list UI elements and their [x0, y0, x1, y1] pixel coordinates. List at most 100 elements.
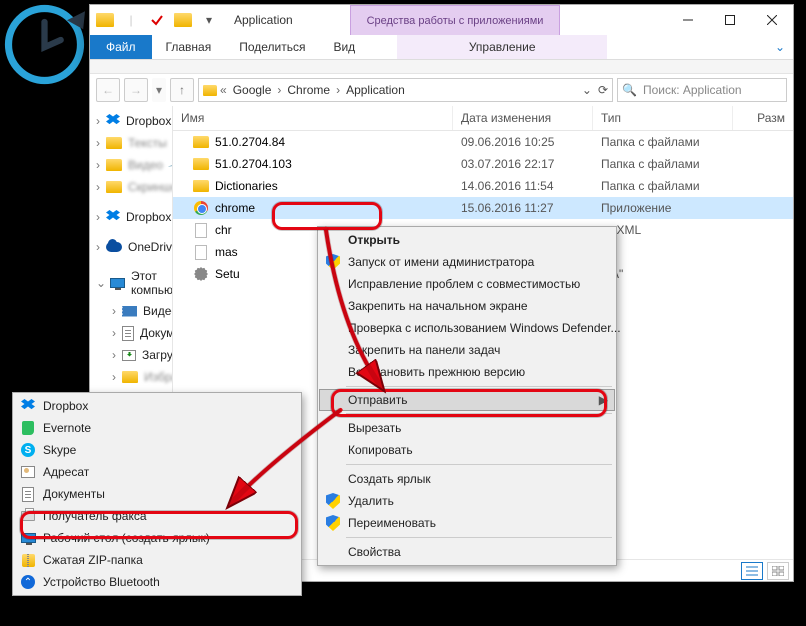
- nav-label: Загрузки: [142, 348, 173, 362]
- doc-icon: [19, 485, 37, 503]
- contextual-tab-header: Средства работы с приложениями: [350, 5, 560, 35]
- tab-file[interactable]: Файл: [90, 35, 152, 59]
- refresh-icon[interactable]: ⟳: [598, 83, 608, 97]
- col-size[interactable]: Разм: [733, 106, 793, 130]
- zip-icon: [19, 551, 37, 569]
- menu-item[interactable]: Закрепить на панели задач: [320, 339, 614, 361]
- folder-icon: [106, 157, 122, 173]
- chrome-icon: [193, 200, 209, 216]
- dropbox-icon: [19, 397, 37, 415]
- nav-label: Dropbox: [126, 114, 171, 128]
- crumb-1[interactable]: Google: [230, 83, 275, 97]
- tab-view[interactable]: Вид: [319, 35, 369, 59]
- minimize-button[interactable]: [667, 5, 709, 35]
- menu-item[interactable]: Запуск от имени администратора: [320, 251, 614, 273]
- nav-item[interactable]: ›Dropbox📌: [90, 110, 172, 132]
- window-title: Application: [234, 13, 293, 27]
- menu-item[interactable]: Документы: [15, 483, 299, 505]
- search-input[interactable]: 🔍 Поиск: Application: [617, 78, 787, 102]
- menu-item[interactable]: Копировать: [320, 439, 614, 461]
- maximize-button[interactable]: [709, 5, 751, 35]
- nav-forward[interactable]: →: [124, 78, 148, 102]
- menu-item[interactable]: Dropbox: [15, 395, 299, 417]
- file-name: Dictionaries: [215, 179, 278, 193]
- nav-back[interactable]: ←: [96, 78, 120, 102]
- menu-item[interactable]: Создать ярлык: [320, 468, 614, 490]
- col-name[interactable]: Имя: [173, 106, 453, 130]
- nav-recent[interactable]: ▾: [152, 78, 166, 102]
- nav-up[interactable]: ↑: [170, 78, 194, 102]
- menu-label: Отправить: [348, 393, 408, 407]
- crumb-dropdown[interactable]: ⌄: [582, 83, 592, 97]
- qat-new-folder[interactable]: [172, 9, 194, 31]
- fax-icon: [19, 507, 37, 525]
- menu-item[interactable]: Evernote: [15, 417, 299, 439]
- tab-manage[interactable]: Управление: [397, 35, 607, 59]
- menu-label: Сжатая ZIP-папка: [43, 553, 143, 567]
- search-placeholder: Поиск: Application: [643, 83, 742, 97]
- menu-item[interactable]: Отправить ▶: [319, 389, 615, 411]
- menu-item[interactable]: Вырезать: [320, 417, 614, 439]
- nav-item[interactable]: ›OneDrive: [90, 236, 172, 258]
- menu-label: Получатель факса: [43, 509, 147, 523]
- menu-label: Документы: [43, 487, 105, 501]
- menu-item[interactable]: S Skype: [15, 439, 299, 461]
- menu-item[interactable]: Сжатая ZIP-папка: [15, 549, 299, 571]
- menu-item[interactable]: ⌃ Устройство Bluetooth: [15, 571, 299, 593]
- nav-label: Видео: [128, 158, 163, 172]
- nav-item[interactable]: ›Видео: [90, 300, 172, 322]
- qat-properties[interactable]: [146, 9, 168, 31]
- menu-item[interactable]: Закрепить на начальном экране: [320, 295, 614, 317]
- tab-share[interactable]: Поделиться: [225, 35, 319, 59]
- nav-item[interactable]: ›Избражен: [90, 366, 172, 388]
- close-button[interactable]: [751, 5, 793, 35]
- menu-item[interactable]: Переименовать: [320, 512, 614, 534]
- menu-label: Проверка с использованием Windows Defend…: [348, 321, 621, 335]
- file-row[interactable]: 51.0.2704.84 09.06.2016 10:25 Папка с фа…: [173, 131, 793, 153]
- nav-item[interactable]: ›Dropbox: [90, 206, 172, 228]
- nav-item[interactable]: ›Загрузки: [90, 344, 172, 366]
- breadcrumb[interactable]: « Google › Chrome › Application ⌄ ⟳: [198, 78, 613, 102]
- ribbon-expand[interactable]: ⌄: [767, 35, 793, 59]
- menu-item[interactable]: Исправление проблем с совместимостью: [320, 273, 614, 295]
- menu-separator: [346, 386, 612, 387]
- nav-label: Документы: [140, 326, 173, 340]
- nav-item[interactable]: ›Скриншоты📌: [90, 176, 172, 198]
- nav-label: Избражен: [144, 370, 173, 384]
- qat-folder-icon: [94, 9, 116, 31]
- view-details[interactable]: [741, 562, 763, 580]
- submenu-arrow-icon: ▶: [599, 393, 608, 407]
- menu-item[interactable]: Проверка с использованием Windows Defend…: [320, 317, 614, 339]
- shield-icon: [324, 514, 342, 532]
- view-icons[interactable]: [767, 562, 789, 580]
- menu-item[interactable]: Рабочий стол (создать ярлык): [15, 527, 299, 549]
- crumb-3[interactable]: Application: [343, 83, 408, 97]
- col-date[interactable]: Дата изменения: [453, 106, 593, 130]
- nav-item[interactable]: ›Видео📌: [90, 154, 172, 176]
- page-icon: [193, 244, 209, 260]
- menu-item[interactable]: Свойства: [320, 541, 614, 563]
- file-date: 09.06.2016 10:25: [453, 135, 593, 149]
- tab-home[interactable]: Главная: [152, 35, 226, 59]
- column-headers[interactable]: Имя Дата изменения Тип Разм: [173, 106, 793, 131]
- search-icon: 🔍: [622, 83, 637, 97]
- file-row[interactable]: 51.0.2704.103 03.07.2016 22:17 Папка с ф…: [173, 153, 793, 175]
- folder-icon: [193, 156, 209, 172]
- file-row[interactable]: chrome 15.06.2016 11:27 Приложение: [173, 197, 793, 219]
- menu-item[interactable]: Получатель факса: [15, 505, 299, 527]
- nav-item[interactable]: ⌄Этот компьютер: [90, 266, 172, 300]
- context-menu-main: Открыть Запуск от имени администратора И…: [317, 226, 617, 566]
- nav-label: Видео: [143, 304, 173, 318]
- menu-item[interactable]: Удалить: [320, 490, 614, 512]
- nav-item[interactable]: ›Документы: [90, 322, 172, 344]
- shield-icon: [324, 253, 342, 271]
- dropbox-icon: [106, 209, 120, 225]
- qat-dropdown[interactable]: ▾: [198, 9, 220, 31]
- file-row[interactable]: Dictionaries 14.06.2016 11:54 Папка с фа…: [173, 175, 793, 197]
- crumb-2[interactable]: Chrome: [284, 83, 333, 97]
- col-type[interactable]: Тип: [593, 106, 733, 130]
- menu-item[interactable]: Открыть: [320, 229, 614, 251]
- menu-item[interactable]: Восстановить прежнюю версию: [320, 361, 614, 383]
- menu-item[interactable]: Адресат: [15, 461, 299, 483]
- nav-item[interactable]: ›Тексты📌: [90, 132, 172, 154]
